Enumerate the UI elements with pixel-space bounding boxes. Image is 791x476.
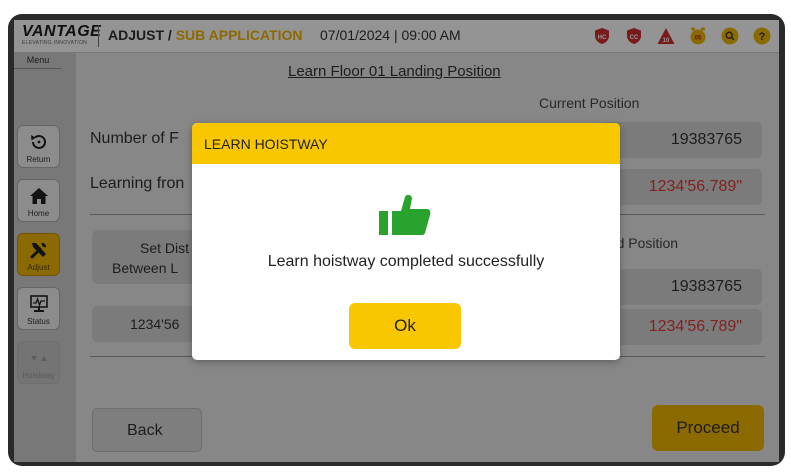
learn-hoistway-dialog: LEARN HOISTWAY Learn hoistway completed …: [192, 123, 620, 360]
dialog-header: LEARN HOISTWAY: [192, 123, 620, 164]
dialog-message: Learn hoistway completed successfully: [267, 253, 545, 270]
ok-button[interactable]: Ok: [349, 303, 461, 349]
dialog-title: LEARN HOISTWAY: [204, 136, 328, 152]
screen: VANTAGE ELEVATING INNOVATION ADJUST / SU…: [14, 20, 779, 462]
thumbs-up-icon: [379, 194, 431, 235]
